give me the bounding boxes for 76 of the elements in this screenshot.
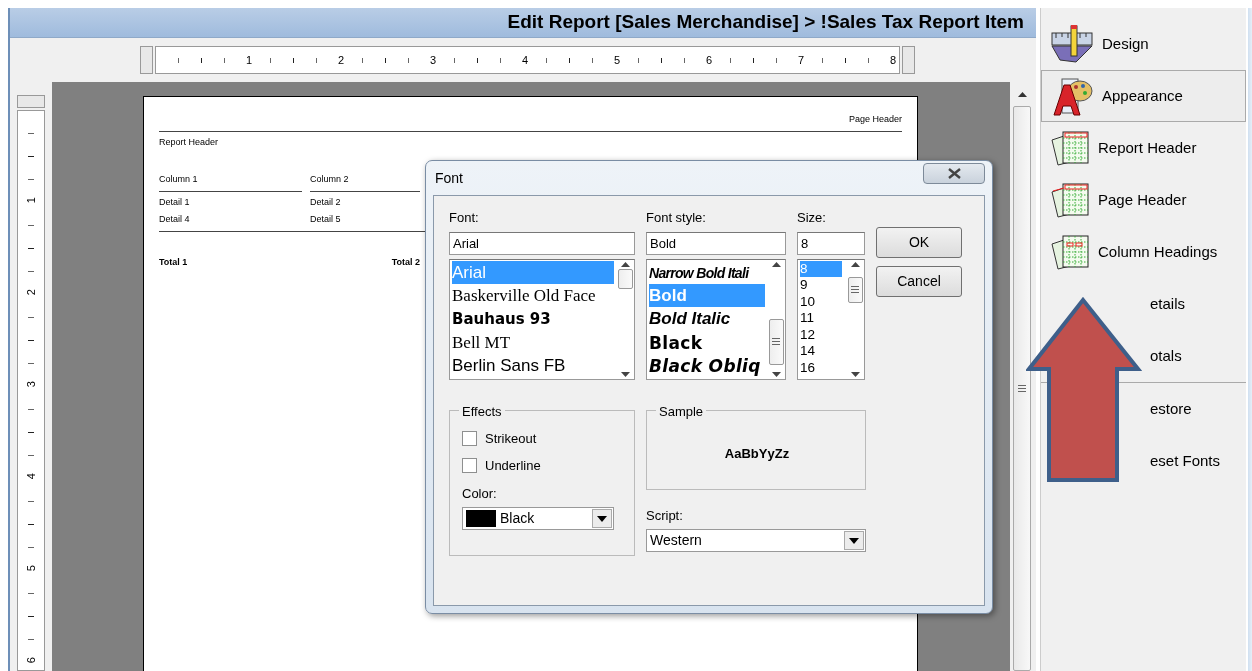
column-heading: Column 1 xyxy=(159,174,198,184)
script-dropdown[interactable]: Western xyxy=(646,529,866,552)
list-item[interactable]: 9 xyxy=(800,277,842,294)
detail-field: Detail 1 xyxy=(159,196,190,207)
spreadsheet-icon xyxy=(1050,130,1090,166)
dropdown-arrow-icon xyxy=(849,537,859,544)
scrollbar-thumb[interactable] xyxy=(1013,106,1031,671)
text-field[interactable]: Bold xyxy=(646,231,786,255)
spreadsheet-icon xyxy=(1050,182,1090,218)
dialog-button[interactable]: Cancel xyxy=(876,266,962,297)
list-item[interactable]: 10 xyxy=(800,293,842,310)
ruler-handle[interactable] xyxy=(902,46,915,74)
spreadsheet-icon xyxy=(1050,234,1090,270)
ruler-corner xyxy=(17,95,45,108)
field-label: Font: xyxy=(449,209,480,227)
palette-letter-icon xyxy=(1050,75,1094,117)
scroll-down-icon[interactable] xyxy=(771,371,781,377)
dialog-button[interactable]: OK xyxy=(876,227,962,258)
list-item[interactable]: 16 xyxy=(800,359,842,376)
list-box[interactable]: Arial Baskerville Old Face Bauhaus 93 Bell MT Berlin Sans FB xyxy=(449,258,635,380)
list-item[interactable]: Bell MT xyxy=(452,330,614,355)
checkbox[interactable] xyxy=(462,458,477,474)
sidebar-item[interactable]: Page Header xyxy=(1041,174,1246,226)
list-item[interactable]: Berlin Sans FB xyxy=(452,354,614,378)
checkbox-label: Underline xyxy=(485,457,541,475)
list-item[interactable]: Black Obliq xyxy=(649,354,765,378)
list-item[interactable]: Black xyxy=(649,330,765,355)
list-box[interactable]: 8 9 10 11 12 14 16 xyxy=(797,258,865,380)
sidebar-item[interactable]: Report Header xyxy=(1041,122,1246,174)
detail-field: Detail 5 xyxy=(310,214,341,224)
checkbox-label: Strikeout xyxy=(485,429,537,448)
list-item[interactable]: Narrow Bold Itali xyxy=(649,260,765,284)
close-icon xyxy=(947,167,961,179)
field-label: Size: xyxy=(797,209,827,227)
color-dropdown[interactable]: Black xyxy=(462,507,614,530)
report-header-text: Report Header xyxy=(159,136,219,147)
scroll-up-icon[interactable] xyxy=(850,261,860,267)
list-item[interactable]: 11 xyxy=(800,310,842,327)
text-field[interactable]: Arial xyxy=(449,231,635,255)
ruler-pencil-icon xyxy=(1050,24,1094,64)
text-field[interactable]: 8 xyxy=(797,231,865,255)
sidebar-item[interactable]: Column Headings xyxy=(1041,226,1246,278)
page-header-text: Page Header xyxy=(848,113,902,126)
detail-field: Detail 4 xyxy=(159,214,190,224)
list-item[interactable]: 12 xyxy=(800,326,842,343)
field-label: Color: xyxy=(462,484,498,503)
checkbox[interactable] xyxy=(462,430,477,446)
sidebar-item[interactable]: etails xyxy=(1147,278,1193,330)
scrollbar-thumb[interactable] xyxy=(847,276,863,303)
sidebar-item[interactable]: otals xyxy=(1147,330,1189,382)
scroll-up-icon[interactable] xyxy=(771,261,781,267)
total-field: Total 2 xyxy=(391,256,420,267)
sidebar-item[interactable]: eset Fonts xyxy=(1147,435,1228,487)
list-item[interactable]: 14 xyxy=(800,343,842,360)
sidebar-item[interactable]: Appearance xyxy=(1041,70,1246,122)
sidebar-item[interactable]: estore xyxy=(1147,383,1199,435)
sample-text: AaBbYyZz xyxy=(724,444,790,463)
field-label: Script: xyxy=(646,506,684,525)
scroll-down-icon[interactable] xyxy=(620,371,630,377)
dialog-title: Font xyxy=(435,168,463,188)
list-box[interactable]: Narrow Bold Itali Bold Bold Italic Black Black Obliq xyxy=(646,258,786,380)
scroll-down-icon[interactable] xyxy=(850,371,860,377)
field-label: Font style: xyxy=(646,209,707,227)
ruler-handle[interactable] xyxy=(140,46,153,74)
sidebar-item[interactable]: Design xyxy=(1041,18,1246,70)
close-button[interactable] xyxy=(923,162,985,184)
total-field: Total 1 xyxy=(159,256,188,267)
list-item[interactable]: Bold Italic xyxy=(649,307,765,331)
list-item[interactable]: Bauhaus 93 xyxy=(452,307,614,331)
scrollbar-thumb[interactable] xyxy=(617,268,633,289)
list-item[interactable]: Baskerville Old Face xyxy=(452,283,614,308)
window-title: Edit Report [Sales Merchandise] > !Sales Tax Report Item xyxy=(507,10,1024,35)
detail-field: Detail 2 xyxy=(310,196,341,207)
column-heading: Column 2 xyxy=(310,174,349,184)
scrollbar-thumb[interactable] xyxy=(768,318,784,365)
dropdown-arrow-icon xyxy=(597,515,607,522)
